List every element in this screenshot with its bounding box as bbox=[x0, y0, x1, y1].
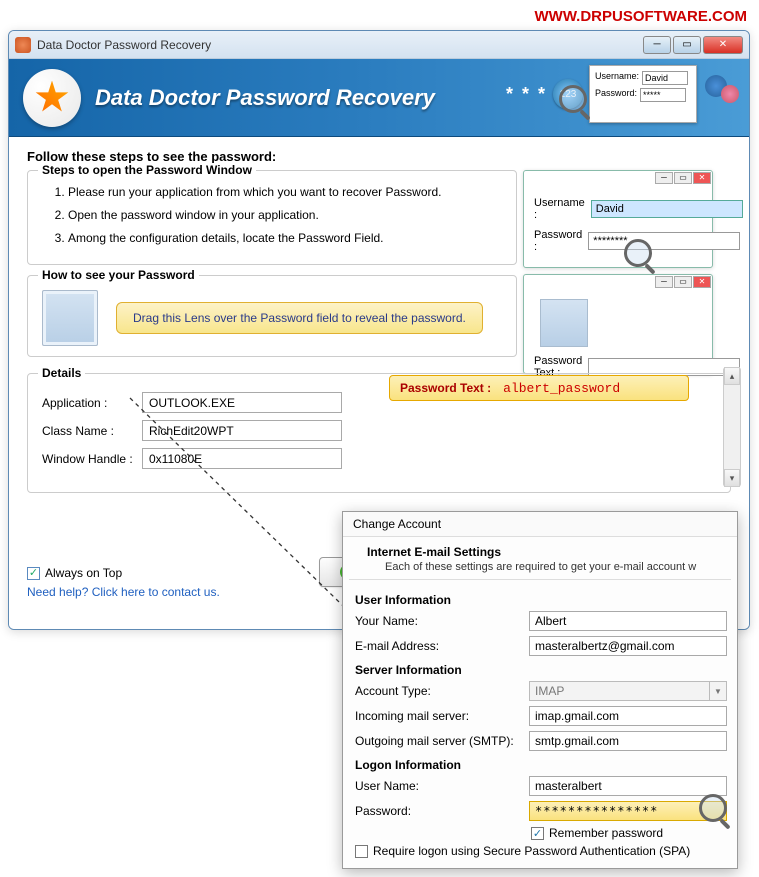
steps-group: Steps to open the Password Window Please… bbox=[27, 170, 517, 265]
step-3: Among the configuration details, locate … bbox=[68, 231, 502, 245]
titlebar: Data Doctor Password Recovery ─ ▭ ✕ bbox=[9, 31, 749, 59]
change-account-window: Change Account Internet E-mail Settings … bbox=[342, 511, 738, 869]
step-2: Open the password window in your applica… bbox=[68, 208, 502, 222]
demo-user-label: Username : bbox=[534, 197, 585, 221]
checkbox-icon bbox=[355, 845, 368, 858]
account-type-select[interactable]: IMAP▼ bbox=[529, 681, 727, 701]
remember-password-checkbox[interactable]: ✓ Remember password bbox=[531, 826, 727, 840]
demo-lens-icon bbox=[540, 299, 588, 347]
incoming-field[interactable] bbox=[529, 706, 727, 726]
magnifier-icon bbox=[559, 85, 591, 117]
hc-pass-label: Password: bbox=[595, 88, 637, 102]
email-label: E-mail Address: bbox=[355, 639, 529, 653]
account-type-label: Account Type: bbox=[355, 684, 529, 698]
email-field[interactable] bbox=[529, 636, 727, 656]
steps-legend: Steps to open the Password Window bbox=[38, 163, 256, 177]
drag-hint: Drag this Lens over the Password field t… bbox=[116, 302, 483, 334]
user-name-field[interactable] bbox=[529, 776, 727, 796]
overlay-sub: Each of these settings are required to g… bbox=[385, 561, 723, 573]
checkbox-icon: ✓ bbox=[531, 827, 544, 840]
banner-title: Data Doctor Password Recovery bbox=[95, 85, 435, 111]
scrollbar[interactable] bbox=[723, 367, 741, 487]
overlay-heading: Internet E-mail Settings bbox=[367, 545, 501, 559]
details-legend: Details bbox=[38, 366, 85, 380]
demo-pass-label: Password : bbox=[534, 229, 582, 253]
hc-user-val bbox=[642, 71, 688, 85]
remember-label: Remember password bbox=[549, 826, 663, 840]
people-icon bbox=[703, 71, 739, 117]
outgoing-label: Outgoing mail server (SMTP): bbox=[355, 734, 529, 748]
header-login-card: Username: Password: bbox=[589, 65, 697, 123]
demo-user-input bbox=[591, 200, 743, 218]
header-banner: Data Doctor Password Recovery * * * 123 … bbox=[9, 59, 749, 137]
section-user: User Information bbox=[355, 593, 727, 607]
spa-label: Require logon using Secure Password Auth… bbox=[373, 844, 690, 858]
magnifier-icon bbox=[699, 794, 731, 826]
section-logon: Logon Information bbox=[355, 758, 727, 772]
spa-checkbox[interactable]: Require logon using Secure Password Auth… bbox=[355, 844, 727, 858]
your-name-field[interactable] bbox=[529, 611, 727, 631]
overlay-title: Change Account bbox=[343, 512, 737, 537]
stars-decor: * * * bbox=[506, 84, 547, 105]
demo-pass-input bbox=[588, 232, 740, 250]
close-button[interactable]: ✕ bbox=[703, 36, 743, 54]
site-url: WWW.DRPUSOFTWARE.COM bbox=[535, 8, 747, 25]
window-title: Data Doctor Password Recovery bbox=[37, 38, 643, 52]
chevron-down-icon: ▼ bbox=[709, 682, 726, 700]
howto-group: How to see your Password Drag this Lens … bbox=[27, 275, 517, 357]
password-field[interactable] bbox=[529, 801, 727, 821]
follow-steps-heading: Follow these steps to see the password: bbox=[27, 149, 731, 164]
app-icon bbox=[15, 37, 31, 53]
howto-legend: How to see your Password bbox=[38, 268, 199, 282]
magnifier-icon bbox=[624, 239, 656, 271]
user-name-label: User Name: bbox=[355, 779, 529, 793]
maximize-button[interactable]: ▭ bbox=[673, 36, 701, 54]
section-server: Server Information bbox=[355, 663, 727, 677]
checkbox-icon: ✓ bbox=[27, 567, 40, 580]
demo-reveal-window: ─▭✕ Password Text : bbox=[523, 274, 713, 374]
password-label: Password: bbox=[355, 804, 529, 818]
incoming-label: Incoming mail server: bbox=[355, 709, 529, 723]
logo-icon bbox=[23, 69, 81, 127]
lens-drag-tool[interactable] bbox=[42, 290, 98, 346]
minimize-button[interactable]: ─ bbox=[643, 36, 671, 54]
hc-pass-val bbox=[640, 88, 686, 102]
outgoing-field[interactable] bbox=[529, 731, 727, 751]
your-name-label: Your Name: bbox=[355, 614, 529, 628]
step-1: Please run your application from which y… bbox=[68, 185, 502, 199]
demo-login-window: ─▭✕ Username : Password : bbox=[523, 170, 713, 268]
hc-user-label: Username: bbox=[595, 71, 639, 85]
